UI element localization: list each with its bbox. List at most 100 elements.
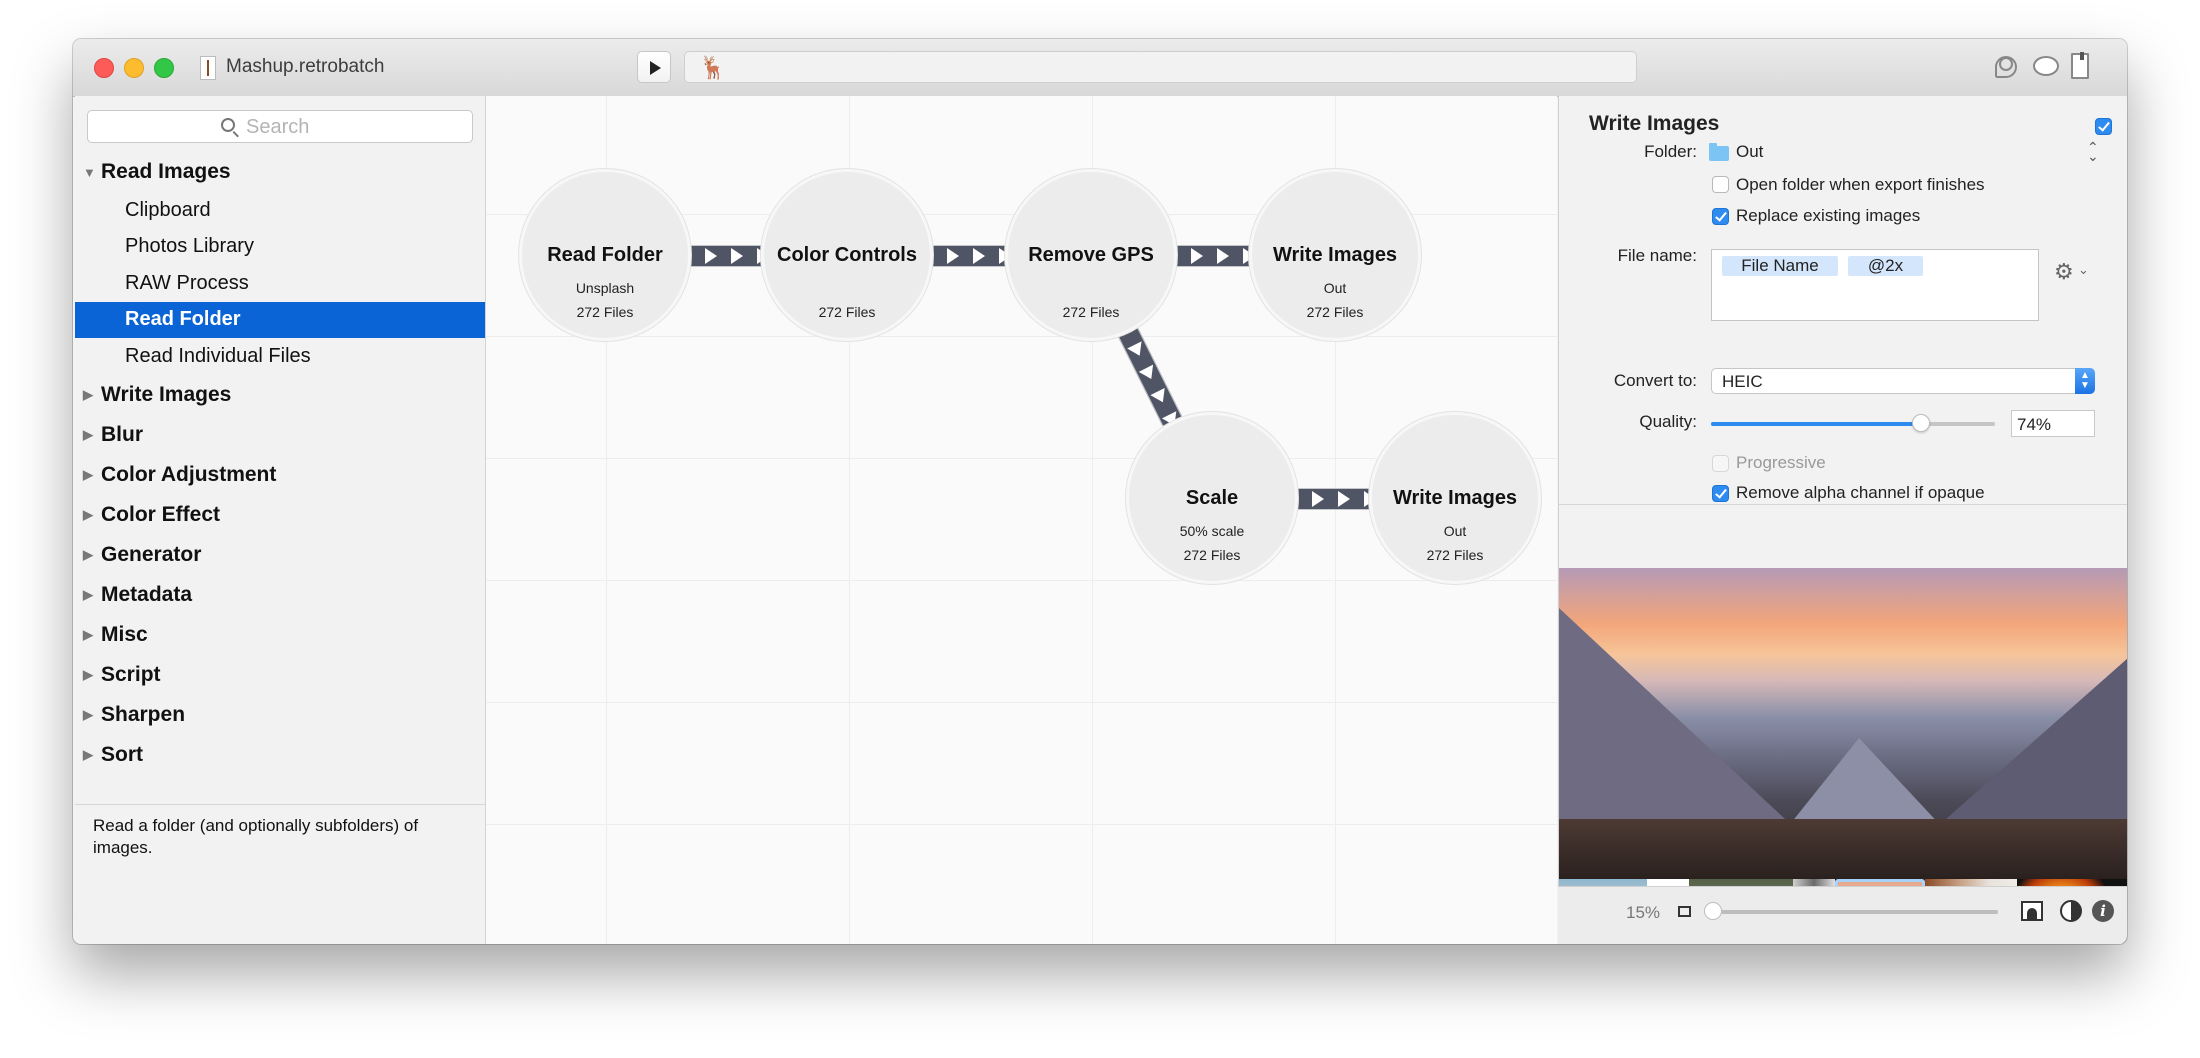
chevron-right-icon	[1185, 248, 1203, 264]
divider	[1559, 504, 2127, 505]
workflow-node[interactable]: Write Images Out 272 Files	[1369, 412, 1541, 584]
zoom-in-image-icon[interactable]	[2021, 901, 2043, 921]
book-button[interactable]	[2071, 53, 2097, 81]
disclosure-right-icon[interactable]: ▶	[83, 587, 101, 603]
search-placeholder: Search	[246, 116, 310, 138]
workflow-node[interactable]: Scale 50% scale 272 Files	[1126, 412, 1298, 584]
sidebar-category[interactable]: ▶ Generator	[75, 535, 485, 575]
preview-zoom-knob[interactable]	[1704, 902, 1722, 920]
run-button[interactable]	[637, 51, 671, 83]
zoom-button[interactable]	[154, 58, 174, 78]
disclosure-right-icon[interactable]: ▶	[83, 747, 101, 763]
sidebar-item[interactable]: Read Individual Files	[75, 338, 485, 375]
open-folder-label: Open folder when export finishes	[1736, 175, 1985, 194]
filename-token-field[interactable]: File Name @2x	[1711, 249, 2039, 321]
disclosure-right-icon[interactable]: ▶	[83, 387, 101, 403]
sidebar-category-label: Metadata	[101, 582, 193, 606]
workflow-canvas[interactable]: Read Folder Unsplash 272 Files Color Contro…	[486, 96, 1557, 944]
sidebar-item[interactable]: Read Folder	[75, 301, 485, 338]
zoom-out-image-icon[interactable]	[1678, 906, 1691, 917]
connection-arrow[interactable]	[691, 245, 761, 267]
quality-input[interactable]: 74%	[2011, 410, 2095, 437]
connection-arrow[interactable]	[1177, 245, 1249, 267]
disclosure-right-icon[interactable]: ▶	[83, 667, 101, 683]
toolbar-right	[1995, 53, 2097, 81]
workflow-node[interactable]: Remove GPS 272 Files	[1005, 169, 1177, 341]
sidebar-item[interactable]: Clipboard	[75, 192, 485, 229]
preview-zoom-slider[interactable]	[1704, 902, 1998, 920]
node-subtitle: 50% scale	[1179, 523, 1245, 539]
disclosure-right-icon[interactable]: ▶	[83, 707, 101, 723]
workflow-node[interactable]: Color Controls 272 Files	[761, 169, 933, 341]
grid-line	[486, 580, 1557, 581]
compare-icon[interactable]	[2060, 900, 2082, 922]
disclosure-down-icon[interactable]: ▼	[83, 165, 101, 180]
sidebar-category[interactable]: ▶ Blur	[75, 415, 485, 455]
filename-token[interactable]: File Name	[1722, 256, 1838, 276]
chevron-right-icon	[1127, 341, 1148, 360]
deer-icon: 🦌	[699, 55, 727, 80]
sidebar-category[interactable]: ▼ Read Images	[75, 152, 485, 192]
connection-arrow[interactable]	[1298, 488, 1369, 510]
node-file-count: 272 Files	[1183, 547, 1241, 563]
filename-token[interactable]: @2x	[1848, 256, 1923, 276]
node-description: Read a folder (and optionally subfolders…	[93, 816, 419, 857]
workflow-node[interactable]: Read Folder Unsplash 272 Files	[519, 169, 691, 341]
minimize-button[interactable]	[124, 58, 144, 78]
comment-button[interactable]	[2033, 53, 2059, 81]
chevron-right-icon	[1139, 364, 1159, 383]
quality-slider[interactable]	[1711, 414, 1995, 432]
node-title: Color Controls	[777, 244, 917, 266]
folder-value[interactable]: Out	[1736, 142, 1763, 162]
progressive-label: Progressive	[1736, 453, 1826, 472]
preview-icon	[1995, 56, 2017, 78]
sidebar-item[interactable]: RAW Process	[75, 265, 485, 302]
title-bar: Mashup.retrobatch 🦌	[73, 39, 2127, 97]
sidebar-category[interactable]: ▶ Script	[75, 655, 485, 695]
connection-arrow[interactable]	[1118, 327, 1183, 427]
disclosure-right-icon[interactable]: ▶	[83, 467, 101, 483]
sidebar-category[interactable]: ▶ Metadata	[75, 575, 485, 615]
connection-arrow[interactable]	[933, 245, 1005, 267]
folder-popup-arrows-icon[interactable]: ⌃ ⌄	[2087, 140, 2099, 163]
status-field: 🦌	[684, 51, 1637, 83]
sidebar-category-label: Write Images	[101, 382, 232, 406]
sidebar-category[interactable]: ▶ Color Effect	[75, 495, 485, 535]
quality-slider-knob[interactable]	[1912, 414, 1931, 432]
sidebar-category[interactable]: ▶ Write Images	[75, 375, 485, 415]
sidebar-category[interactable]: ▶ Color Adjustment	[75, 455, 485, 495]
disclosure-right-icon[interactable]: ▶	[83, 547, 101, 563]
search-icon	[221, 118, 235, 132]
book-icon	[2071, 53, 2089, 79]
remove-alpha-checkbox[interactable]	[1712, 485, 1729, 502]
sidebar-category-label: Blur	[101, 422, 143, 446]
filename-label: File name:	[1617, 246, 1697, 265]
open-folder-checkbox[interactable]	[1712, 176, 1729, 193]
sidebar-category[interactable]: ▶ Sharpen	[75, 695, 485, 735]
preview-button[interactable]	[1995, 53, 2021, 81]
node-title: Write Images	[1392, 487, 1518, 509]
sidebar-category[interactable]: ▶ Sort	[75, 735, 485, 775]
disclosure-right-icon[interactable]: ▶	[83, 627, 101, 643]
sidebar-item[interactable]: Photos Library	[75, 229, 485, 266]
search-input[interactable]: Search	[87, 110, 473, 143]
window-title: Mashup.retrobatch	[226, 56, 385, 77]
chevron-down-icon[interactable]: ⌄	[2078, 262, 2089, 278]
close-button[interactable]	[94, 58, 114, 78]
node-enabled-checkbox[interactable]	[2095, 118, 2112, 135]
node-file-count: 272 Files	[1062, 304, 1120, 320]
preview-forest	[1559, 819, 2127, 879]
workflow-node[interactable]: Write Images Out 272 Files	[1249, 169, 1421, 341]
disclosure-right-icon[interactable]: ▶	[83, 427, 101, 443]
sidebar-category[interactable]: ▶ Misc	[75, 615, 485, 655]
quality-slider-fill	[1711, 422, 1922, 426]
gear-icon[interactable]: ⚙	[2054, 259, 2074, 285]
convert-format-select[interactable]: HEIC ▲ ▼	[1711, 368, 2095, 394]
grid-line	[486, 336, 1557, 337]
disclosure-right-icon[interactable]: ▶	[83, 507, 101, 523]
node-file-count: 272 Files	[576, 304, 634, 320]
info-icon[interactable]: i	[2092, 900, 2114, 922]
node-file-count: 272 Files	[818, 304, 876, 320]
replace-existing-checkbox[interactable]	[1712, 208, 1729, 225]
node-subtitle: Out	[1443, 523, 1467, 539]
